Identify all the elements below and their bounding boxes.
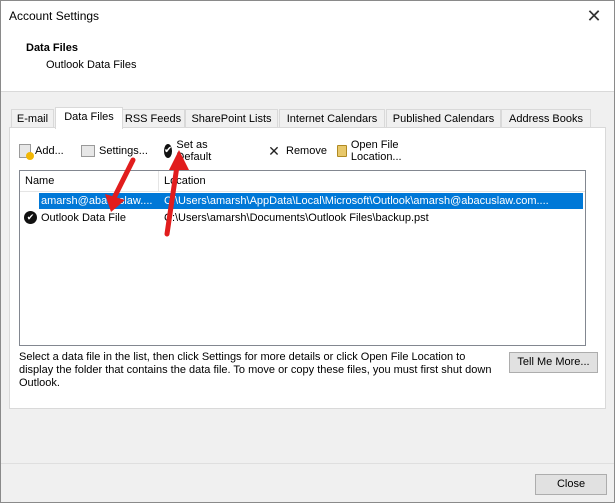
remove-button[interactable]: ✕ Remove: [266, 141, 327, 161]
annotation-arrow-icon: [105, 157, 136, 212]
row-location: C:\Users\amarsh\Documents\Outlook Files\…: [164, 212, 429, 224]
tab-rss-feeds[interactable]: RSS Feeds: [121, 109, 185, 128]
header-subtitle: Outlook Data Files: [46, 59, 137, 71]
column-header-location[interactable]: Location: [159, 171, 585, 191]
tab-published-calendars[interactable]: Published Calendars: [386, 109, 501, 128]
annotation-arrow-icon: [164, 150, 189, 237]
help-text: Select a data file in the list, then cli…: [19, 351, 492, 389]
close-button[interactable]: Close: [535, 474, 607, 495]
header-title: Data Files: [26, 42, 78, 54]
add-icon: [19, 144, 34, 160]
open-file-location-label: Open File Location...: [350, 139, 402, 163]
account-settings-window: Account Settings ✕ Data Files Outlook Da…: [0, 0, 615, 503]
remove-label: Remove: [286, 145, 327, 157]
default-check-icon: ✔: [24, 211, 37, 224]
tell-me-more-button[interactable]: Tell Me More...: [509, 352, 598, 373]
row-location: C:\Users\amarsh\AppData\Local\Microsoft\…: [164, 195, 549, 207]
footer-divider: [1, 463, 614, 464]
tab-email[interactable]: E-mail: [11, 109, 54, 128]
add-button[interactable]: Add...: [19, 141, 64, 161]
tab-address-books[interactable]: Address Books: [501, 109, 591, 128]
tab-data-files[interactable]: Data Files: [55, 107, 123, 129]
folder-icon: [337, 145, 347, 157]
close-icon[interactable]: ✕: [574, 1, 614, 31]
tab-sharepoint-lists[interactable]: SharePoint Lists: [185, 109, 278, 128]
add-label: Add...: [35, 145, 64, 157]
tab-internet-calendars[interactable]: Internet Calendars: [279, 109, 385, 128]
settings-icon: [81, 145, 95, 157]
header-panel: Data Files Outlook Data Files: [1, 31, 614, 92]
remove-icon: ✕: [268, 143, 280, 159]
title-bar: Account Settings ✕: [1, 1, 614, 31]
window-title: Account Settings: [9, 9, 100, 23]
open-file-location-button[interactable]: Open File Location...: [337, 139, 408, 163]
